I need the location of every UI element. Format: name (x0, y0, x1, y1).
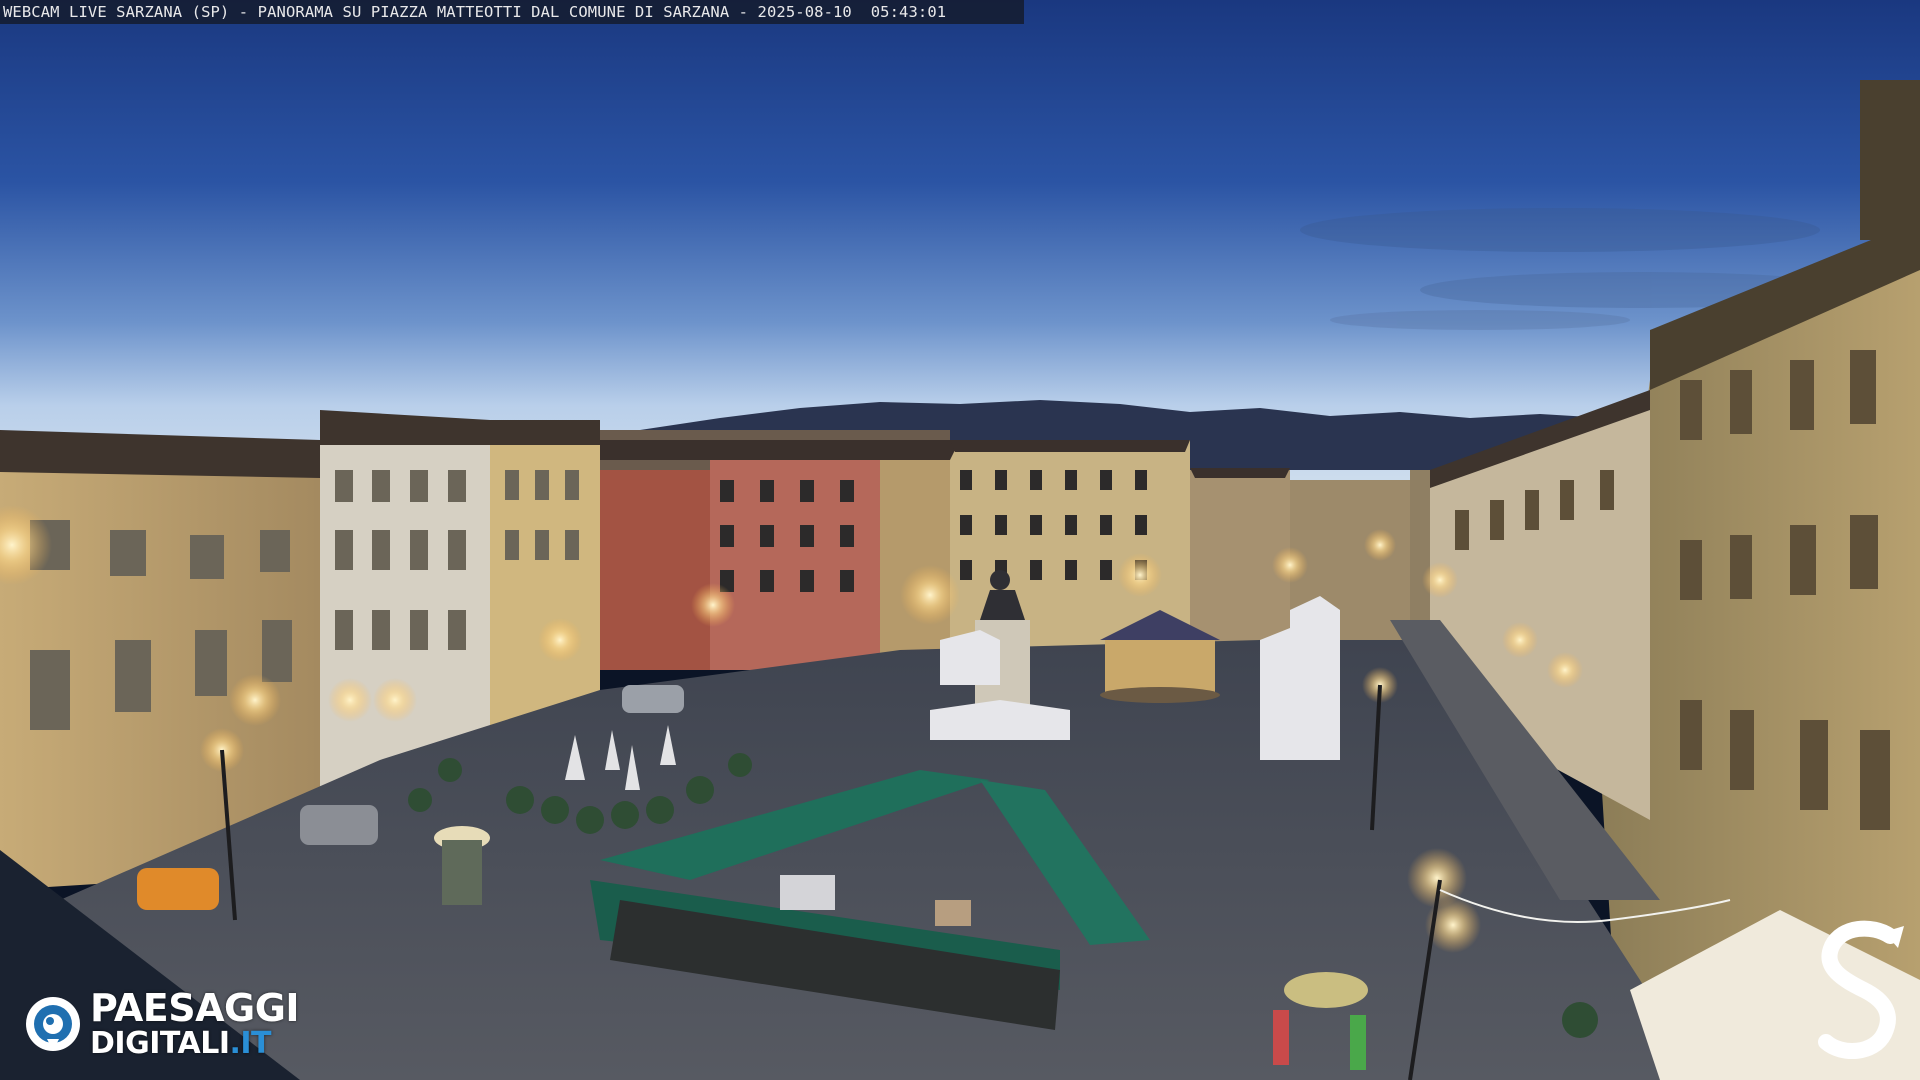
stylized-s-logo (1818, 920, 1904, 1059)
brand-line2: DIGITALI.IT (90, 1029, 299, 1059)
webcam-frame: WEBCAM LIVE SARZANA (SP) - PANORAMA SU P… (0, 0, 1920, 1080)
brand-line1: PAESAGGI (90, 986, 300, 1030)
brand-wordmark: PAESAGGI DIGITALI.IT (90, 986, 300, 1059)
eye-circle-icon (26, 997, 80, 1051)
paesaggi-digitali-logo: PAESAGGI DIGITALI.IT (24, 988, 334, 1060)
kiosk-left (434, 826, 490, 905)
piazza-scene (0, 0, 1920, 1080)
brand-line2-main: DIGITALI (90, 1026, 230, 1061)
brand-line2-tld: .IT (229, 1026, 272, 1061)
webcam-caption: WEBCAM LIVE SARZANA (SP) - PANORAMA SU P… (0, 0, 1024, 24)
